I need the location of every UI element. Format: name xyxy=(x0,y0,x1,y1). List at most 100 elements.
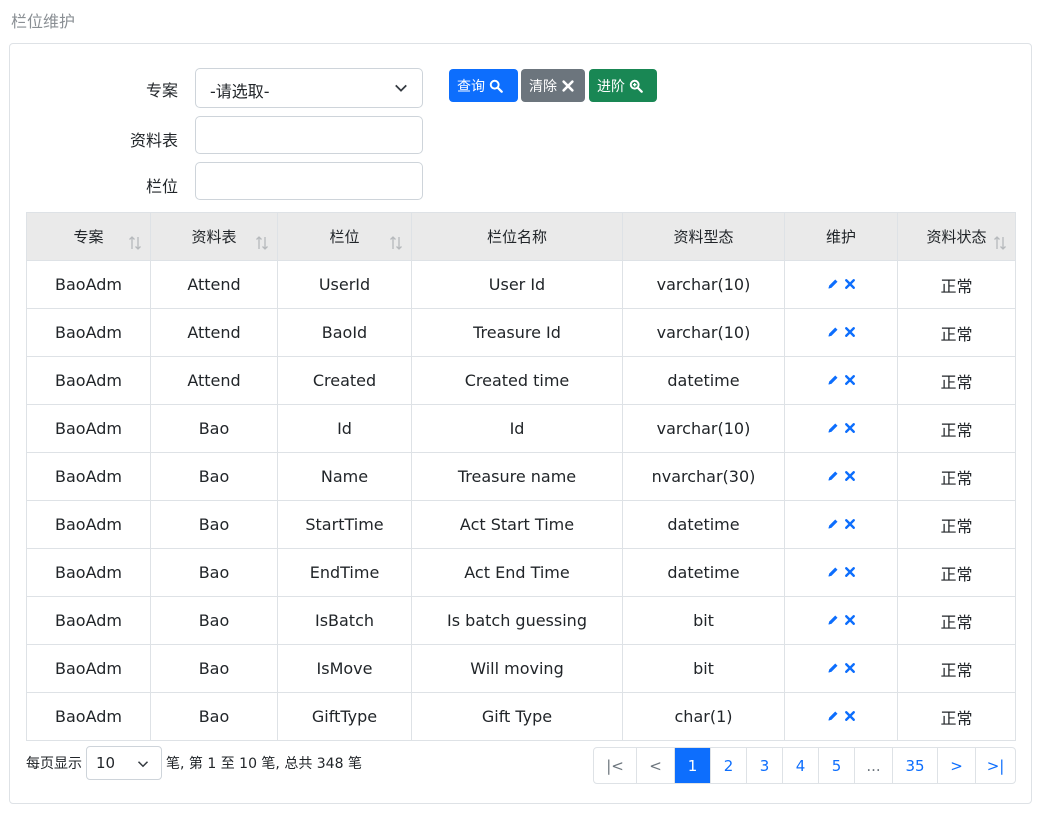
project-select-value: -请选取- xyxy=(210,82,270,101)
cell-data-type: bit xyxy=(622,644,785,693)
edit-icon[interactable] xyxy=(827,518,839,530)
page-button-35[interactable]: 35 xyxy=(892,748,937,783)
delete-icon[interactable] xyxy=(844,662,856,674)
delete-icon[interactable] xyxy=(844,326,856,338)
cell-table: Bao xyxy=(150,548,278,597)
col-header-field[interactable]: 栏位 xyxy=(277,212,412,261)
col-header-label: 资料状态 xyxy=(926,228,987,246)
cell-field: IsMove xyxy=(277,644,412,693)
cell-status: 正常 xyxy=(897,500,1016,549)
next-page-button[interactable]: > xyxy=(937,748,975,783)
cell-status: 正常 xyxy=(897,644,1016,693)
edit-icon[interactable] xyxy=(827,326,839,338)
cell-project: BaoAdm xyxy=(26,356,151,405)
cell-field-name: Gift Type xyxy=(411,692,623,741)
cell-field: Id xyxy=(277,404,412,453)
col-header-label: 资料表 xyxy=(191,228,237,246)
project-select[interactable]: -请选取- xyxy=(195,68,423,108)
cell-field-name: Treasure Id xyxy=(411,308,623,357)
cell-project: BaoAdm xyxy=(26,404,151,453)
page-size-value: 10 xyxy=(96,754,116,772)
page-size-select[interactable]: 10 xyxy=(86,746,162,780)
prev-page-button[interactable]: < xyxy=(636,748,674,783)
last-page-button[interactable]: >| xyxy=(975,748,1015,783)
edit-icon[interactable] xyxy=(827,422,839,434)
cell-field: Name xyxy=(277,452,412,501)
page-button-5[interactable]: 5 xyxy=(818,748,854,783)
cell-table: Bao xyxy=(150,452,278,501)
fields-table: 专案 资料表 栏位 栏位名称 资料型态 维护 资料状态 BaoAdm Attend… xyxy=(26,212,1016,741)
cell-project: BaoAdm xyxy=(26,548,151,597)
col-header-label: 专案 xyxy=(73,228,104,246)
cell-data-type: datetime xyxy=(622,548,785,597)
col-header-maintain: 维护 xyxy=(784,212,898,261)
col-header-label: 栏位 xyxy=(329,228,360,246)
cell-project: BaoAdm xyxy=(26,644,151,693)
first-page-button[interactable]: |< xyxy=(594,748,636,783)
field-input[interactable] xyxy=(195,162,423,200)
cell-data-type: nvarchar(30) xyxy=(622,452,785,501)
advanced-button-label: 进阶 xyxy=(597,78,625,95)
cell-maintain xyxy=(784,548,898,597)
cell-field: Created xyxy=(277,356,412,405)
table-row: BaoAdm Bao IsMove Will moving bit 正常 xyxy=(26,644,1016,693)
cell-field-name: Act Start Time xyxy=(411,500,623,549)
cell-project: BaoAdm xyxy=(26,260,151,309)
delete-icon[interactable] xyxy=(844,470,856,482)
page-size-control: 每页显示 10 笔, 第 1 至 10 笔, 总共 348 笔 xyxy=(26,746,362,780)
delete-icon[interactable] xyxy=(844,278,856,290)
edit-icon[interactable] xyxy=(827,662,839,674)
sort-icon xyxy=(994,236,1006,250)
cell-status: 正常 xyxy=(897,596,1016,645)
delete-icon[interactable] xyxy=(844,614,856,626)
cell-field-name: Treasure name xyxy=(411,452,623,501)
table-row: BaoAdm Bao StartTime Act Start Time datetime… xyxy=(26,500,1016,549)
cell-field: EndTime xyxy=(277,548,412,597)
edit-icon[interactable] xyxy=(827,470,839,482)
cell-table: Bao xyxy=(150,500,278,549)
edit-icon[interactable] xyxy=(827,614,839,626)
col-header-label: 资料型态 xyxy=(673,228,734,246)
edit-icon[interactable] xyxy=(827,710,839,722)
cell-field: UserId xyxy=(277,260,412,309)
cell-status: 正常 xyxy=(897,404,1016,453)
cell-table: Bao xyxy=(150,596,278,645)
cell-data-type: varchar(10) xyxy=(622,404,785,453)
cell-maintain xyxy=(784,308,898,357)
col-header-table[interactable]: 资料表 xyxy=(150,212,278,261)
table-row: BaoAdm Attend UserId User Id varchar(10) 正常 xyxy=(26,260,1016,309)
cell-data-type: varchar(10) xyxy=(622,308,785,357)
search-icon xyxy=(489,79,503,93)
cell-project: BaoAdm xyxy=(26,308,151,357)
edit-icon[interactable] xyxy=(827,374,839,386)
page-button-1[interactable]: 1 xyxy=(674,748,710,783)
cell-table: Attend xyxy=(150,356,278,405)
edit-icon[interactable] xyxy=(827,566,839,578)
delete-icon[interactable] xyxy=(844,566,856,578)
advanced-search-button[interactable]: 进阶 xyxy=(589,69,657,102)
delete-icon[interactable] xyxy=(844,422,856,434)
cell-table: Attend xyxy=(150,260,278,309)
table-header-row: 专案 资料表 栏位 栏位名称 资料型态 维护 资料状态 xyxy=(26,212,1016,261)
cell-status: 正常 xyxy=(897,308,1016,357)
cell-data-type: datetime xyxy=(622,356,785,405)
page-button-4[interactable]: 4 xyxy=(782,748,818,783)
clear-button-label: 清除 xyxy=(529,78,557,95)
query-button[interactable]: 查询 xyxy=(449,69,518,102)
page-button-3[interactable]: 3 xyxy=(746,748,782,783)
page-button-2[interactable]: 2 xyxy=(710,748,746,783)
cell-table: Attend xyxy=(150,308,278,357)
delete-icon[interactable] xyxy=(844,710,856,722)
edit-icon[interactable] xyxy=(827,278,839,290)
cell-maintain xyxy=(784,644,898,693)
delete-icon[interactable] xyxy=(844,374,856,386)
table-input[interactable] xyxy=(195,116,423,154)
cell-field: StartTime xyxy=(277,500,412,549)
cell-status: 正常 xyxy=(897,692,1016,741)
col-header-status[interactable]: 资料状态 xyxy=(897,212,1016,261)
col-header-project[interactable]: 专案 xyxy=(26,212,151,261)
cell-data-type: char(1) xyxy=(622,692,785,741)
clear-button[interactable]: 清除 xyxy=(521,69,585,102)
delete-icon[interactable] xyxy=(844,518,856,530)
table-row: BaoAdm Bao Name Treasure name nvarchar(30) 正常 xyxy=(26,452,1016,501)
